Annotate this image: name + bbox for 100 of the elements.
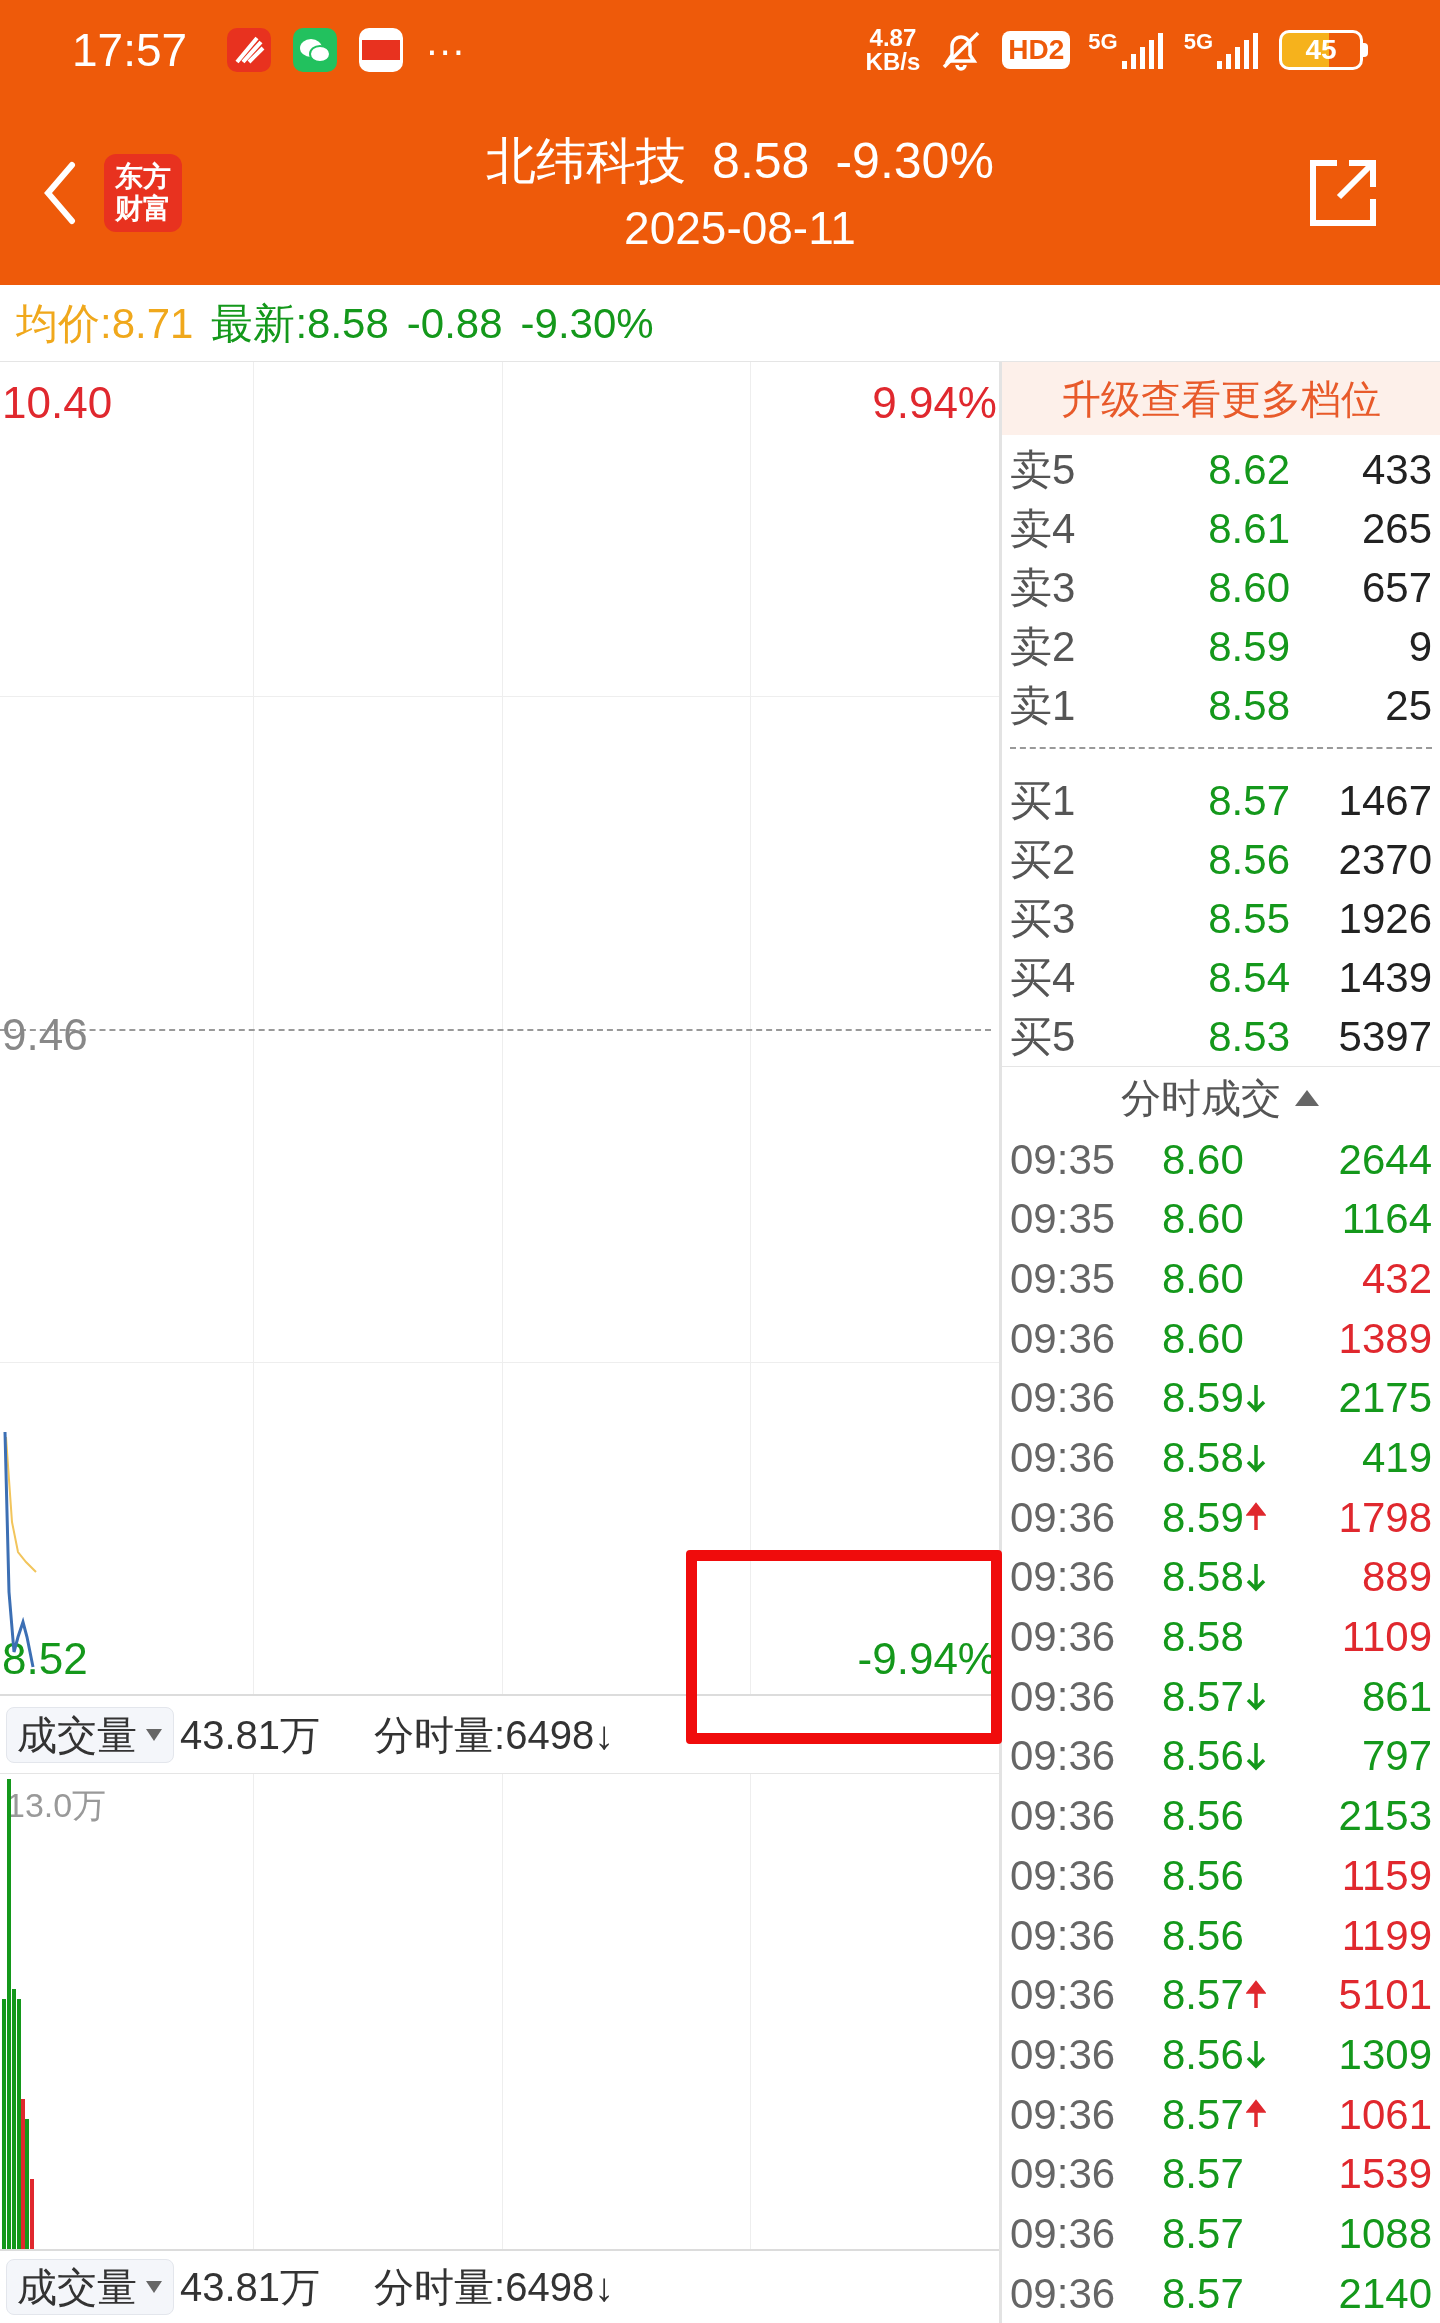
level-volume: 2370 — [1337, 835, 1432, 886]
more-notifications: ··· — [425, 30, 466, 70]
app-icon — [227, 28, 272, 72]
status-time: 17:57 — [72, 22, 188, 78]
total-volume: 43.81万 — [180, 2263, 321, 2311]
trade-volume: 889 — [1360, 1552, 1432, 1603]
trade-time: 09:36 — [1010, 2149, 1117, 2200]
network-type: 5G — [1088, 31, 1118, 53]
level-price: 8.62 — [1207, 445, 1290, 496]
trade-volume: 1109 — [1340, 1612, 1432, 1663]
trade-time: 09:36 — [1010, 1671, 1117, 1722]
trade-volume: 1061 — [1337, 2089, 1432, 2140]
network-type: 5G — [1183, 31, 1213, 53]
trade-price: 8.57 — [1162, 2149, 1244, 2200]
trade-volume: 1199 — [1340, 1910, 1432, 1961]
battery-level: 45 — [1279, 30, 1363, 70]
level-volume: 1439 — [1337, 953, 1432, 1004]
level-volume: 265 — [1360, 504, 1432, 555]
trade-time: 09:36 — [1010, 1373, 1117, 1424]
app-logo: 东方 财富 — [104, 153, 182, 232]
trade-volume: 2140 — [1337, 2268, 1432, 2319]
news-app-icon — [359, 28, 404, 72]
trade-price: 8.59 — [1162, 1373, 1244, 1424]
level-price: 8.57 — [1207, 776, 1290, 827]
stock-change: -9.30% — [835, 131, 994, 191]
tick-volume: 分时量:6498↓ — [374, 2263, 615, 2311]
trade-volume: 861 — [1360, 1671, 1432, 1722]
trade-time: 09:36 — [1010, 1731, 1117, 1782]
tick-volume: 分时量:6498↓ — [374, 1711, 615, 1759]
stock-name: 北纬科技 — [486, 131, 687, 191]
level-volume: 657 — [1360, 563, 1432, 614]
back-icon — [42, 160, 78, 225]
percent-change: -9.30% — [520, 298, 654, 349]
trade-volume: 1164 — [1340, 1194, 1432, 1245]
indicator-dropdown[interactable]: 成交量 — [6, 2258, 174, 2315]
level-volume: 1467 — [1337, 776, 1432, 827]
trade-volume: 2153 — [1337, 1791, 1432, 1842]
trade-time: 09:35 — [1010, 1194, 1117, 1245]
indicator-dropdown[interactable]: 成交量 — [6, 1706, 174, 1763]
level-price: 8.53 — [1207, 1012, 1290, 1063]
signal-icon — [1217, 31, 1261, 69]
trade-time: 09:36 — [1010, 1612, 1117, 1663]
high-percent: 9.94% — [872, 377, 997, 429]
trade-price: 8.56 — [1162, 1731, 1244, 1782]
trade-volume: 432 — [1360, 1253, 1432, 1304]
level-label: 卖2 — [1010, 622, 1077, 673]
level-price: 8.54 — [1207, 953, 1290, 1004]
trade-time: 09:36 — [1010, 1910, 1117, 1961]
hd-badge: HD2 — [1002, 31, 1071, 69]
level-label: 买4 — [1010, 953, 1077, 1004]
trade-time: 09:36 — [1010, 1492, 1117, 1543]
trade-price: 8.60 — [1162, 1134, 1244, 1185]
trade-price: 8.60 — [1162, 1313, 1244, 1364]
trade-price: 8.56 — [1162, 1850, 1244, 1901]
level-label: 卖5 — [1010, 445, 1077, 496]
level-price: 8.56 — [1207, 835, 1290, 886]
trade-time: 09:36 — [1010, 1970, 1117, 2021]
trade-volume: 797 — [1360, 1731, 1432, 1782]
level-price: 8.61 — [1207, 504, 1290, 555]
level-label: 卖4 — [1010, 504, 1077, 555]
level-label: 买5 — [1010, 1012, 1077, 1063]
trade-time: 09:36 — [1010, 1552, 1117, 1603]
level-volume: 433 — [1360, 445, 1432, 496]
volume-max-label: 13.0万 — [6, 1785, 107, 1826]
trade-price: 8.56 — [1162, 2029, 1244, 2080]
network-speed: 4.87 KB/s — [865, 26, 921, 74]
trade-volume: 2644 — [1337, 1134, 1432, 1185]
trade-volume: 5101 — [1337, 1970, 1432, 2021]
reference-price: 9.46 — [2, 1009, 88, 1061]
level-label: 买1 — [1010, 776, 1077, 827]
low-price: 8.52 — [2, 1633, 88, 1685]
level-label: 卖1 — [1010, 681, 1077, 732]
trade-price: 8.58 — [1162, 1433, 1244, 1484]
latest-price: 8.58 — [307, 298, 389, 349]
trade-price: 8.57 — [1162, 1671, 1244, 1722]
collapse-caret-icon — [1293, 1088, 1321, 1109]
battery-cap-icon — [1363, 43, 1368, 57]
total-volume: 43.81万 — [180, 1711, 321, 1759]
trade-date: 2025-08-11 — [624, 200, 856, 256]
level-volume: 5397 — [1337, 1012, 1432, 1063]
trade-price: 8.57 — [1162, 2268, 1244, 2319]
trade-price: 8.57 — [1162, 2089, 1244, 2140]
trade-volume: 1088 — [1337, 2208, 1432, 2259]
trade-price: 8.58 — [1162, 1552, 1244, 1603]
trade-volume: 1159 — [1340, 1850, 1432, 1901]
level-label: 卖3 — [1010, 563, 1077, 614]
trade-price: 8.57 — [1162, 2208, 1244, 2259]
level-volume: 25 — [1384, 681, 1432, 732]
level-price: 8.59 — [1207, 622, 1290, 673]
trades-toggle[interactable]: 分时成交 — [1002, 1067, 1440, 1130]
caret-icon — [145, 1727, 163, 1742]
average-price: 8.71 — [111, 298, 194, 349]
level-volume: 9 — [1407, 622, 1432, 673]
trade-time: 09:36 — [1010, 2208, 1117, 2259]
trade-time: 09:35 — [1010, 1134, 1117, 1185]
trade-time: 09:36 — [1010, 2268, 1117, 2319]
trade-time: 09:36 — [1010, 1791, 1117, 1842]
average-label: 均价: — [16, 298, 112, 349]
latest-label: 最新: — [211, 298, 308, 349]
chat-app-icon — [293, 28, 338, 72]
